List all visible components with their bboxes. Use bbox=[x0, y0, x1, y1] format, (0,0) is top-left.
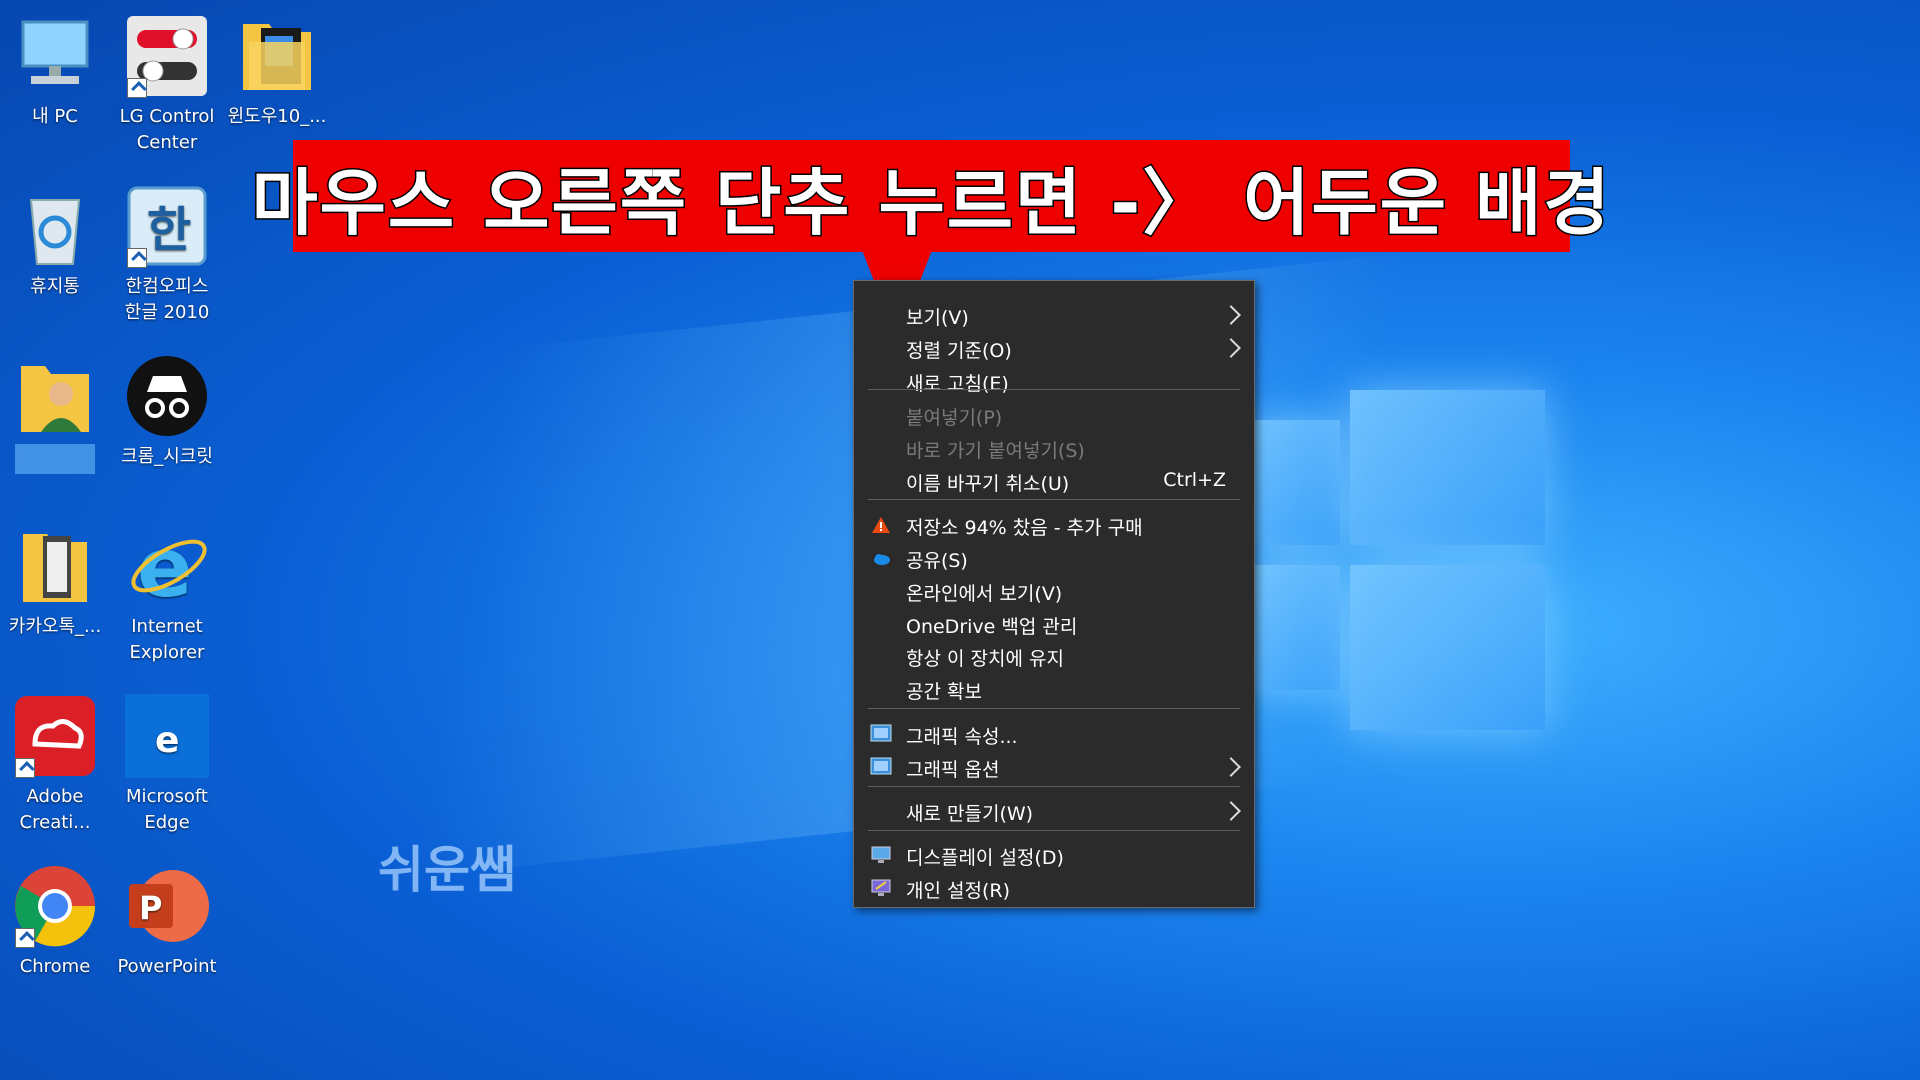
chevron-right-icon bbox=[1221, 801, 1241, 821]
desktop-icon-chrome-incognito[interactable]: 크롬_시크릿 bbox=[112, 354, 222, 470]
desktop-icon-adobe-creative-cloud[interactable]: Adobe Creati... bbox=[0, 694, 110, 836]
chevron-right-icon bbox=[1221, 757, 1241, 777]
desktop-icon-internet-explorer[interactable]: e Internet Explorer bbox=[112, 521, 222, 666]
windows-logo bbox=[1250, 380, 1550, 740]
desktop-icon-microsoft-edge[interactable]: e Microsoft Edge bbox=[112, 694, 222, 836]
desktop-icon-recycle-bin[interactable]: 휴지통 bbox=[0, 184, 110, 300]
menu-item-graphics-properties[interactable]: 그래픽 속성... bbox=[854, 717, 1254, 750]
menu-separator bbox=[868, 389, 1240, 390]
powerpoint-icon: P bbox=[125, 864, 209, 948]
shortcut-arrow-icon bbox=[127, 78, 147, 98]
menu-separator bbox=[868, 830, 1240, 831]
menu-item-view-online[interactable]: 온라인에서 보기(V) bbox=[854, 574, 1254, 607]
hangul-icon: 한 bbox=[125, 184, 209, 268]
annotation-banner: 마우스 오른쪽 단추 누르면 -〉 어두운 배경 bbox=[250, 140, 1612, 252]
menu-separator bbox=[868, 708, 1240, 709]
menu-item-sort-by[interactable]: 정렬 기준(O) bbox=[854, 331, 1254, 364]
menu-item-personalize[interactable]: 개인 설정(R) bbox=[854, 871, 1254, 904]
svg-text:한: 한 bbox=[147, 202, 191, 258]
menu-item-graphics-options[interactable]: 그래픽 옵션 bbox=[854, 750, 1254, 783]
menu-item-paste-shortcut: 바로 가기 붙여넣기(S) bbox=[906, 440, 1085, 462]
onedrive-cloud-icon bbox=[870, 547, 892, 569]
menu-item-view[interactable]: 보기(V) bbox=[854, 298, 1254, 331]
personalize-icon bbox=[870, 877, 892, 899]
banner-text: 마우스 오른쪽 단추 누르면 -〉 어두운 배경 bbox=[250, 159, 1612, 246]
menu-item-display-settings[interactable]: 디스플레이 설정(D) bbox=[854, 838, 1254, 871]
menu-item-storage-full[interactable]: 저장소 94% 찼음 - 추가 구매 bbox=[854, 508, 1254, 541]
shortcut-arrow-icon bbox=[15, 758, 35, 778]
desktop-icon-chrome[interactable]: Chrome bbox=[0, 864, 110, 980]
svg-text:e: e bbox=[155, 720, 179, 761]
adobe-cc-icon bbox=[13, 694, 97, 778]
intel-graphics-icon bbox=[870, 723, 892, 745]
desktop-icon-windows10-folder[interactable]: 윈도우10_... bbox=[222, 14, 332, 130]
shortcut-text: Ctrl+Z bbox=[1163, 469, 1226, 491]
menu-separator bbox=[868, 499, 1240, 500]
shortcut-arrow-icon bbox=[15, 928, 35, 948]
menu-item-free-space[interactable]: 공간 확보 bbox=[854, 672, 1254, 705]
menu-item-paste: 붙여넣기(P) bbox=[906, 407, 1003, 429]
menu-item-undo-rename[interactable]: 이름 바꾸기 취소(U) Ctrl+Z bbox=[854, 464, 1254, 497]
desktop-context-menu: 보기(V) 정렬 기준(O) 새로 고침(E) 붙여넣기(P) 바로 가기 붙여… bbox=[853, 280, 1255, 908]
shortcut-arrow-icon bbox=[127, 248, 147, 268]
menu-item-new[interactable]: 새로 만들기(W) bbox=[854, 794, 1254, 827]
folder-icon bbox=[235, 14, 319, 98]
menu-item-refresh[interactable]: 새로 고침(E) bbox=[854, 364, 1254, 397]
svg-text:P: P bbox=[139, 889, 162, 927]
computer-icon bbox=[13, 14, 97, 98]
recycle-bin-icon bbox=[13, 184, 97, 268]
chrome-icon bbox=[13, 864, 97, 948]
folder-icon bbox=[13, 524, 97, 608]
warning-icon bbox=[870, 514, 892, 536]
desktop-icon-my-pc[interactable]: 내 PC bbox=[0, 14, 110, 130]
desktop-icon-user-folder[interactable] bbox=[0, 354, 110, 474]
menu-item-onedrive-backup[interactable]: OneDrive 백업 관리 bbox=[854, 607, 1254, 640]
toggle-switch-icon bbox=[125, 14, 209, 98]
desktop-icon-powerpoint[interactable]: P PowerPoint bbox=[112, 864, 222, 980]
desktop-icon-hancom-hangul[interactable]: 한 한컴오피스 한글 2010 bbox=[112, 184, 222, 326]
desktop-icon-lg-control-center[interactable]: LG Control Center bbox=[112, 14, 222, 156]
menu-separator bbox=[868, 786, 1240, 787]
user-folder-icon bbox=[13, 354, 97, 438]
chevron-right-icon bbox=[1221, 305, 1241, 325]
menu-item-share[interactable]: 공유(S) bbox=[854, 541, 1254, 574]
display-icon bbox=[870, 844, 892, 866]
ie-icon: e bbox=[125, 521, 209, 616]
incognito-icon bbox=[125, 354, 209, 438]
intel-graphics-icon bbox=[870, 756, 892, 778]
menu-item-always-keep[interactable]: 항상 이 장치에 유지 bbox=[854, 639, 1254, 672]
desktop-icon-kakaotalk-folder[interactable]: 카카오톡_... bbox=[0, 524, 110, 640]
edge-icon: e bbox=[125, 694, 209, 778]
watermark: 쉬운쌤 bbox=[378, 841, 516, 899]
chevron-right-icon bbox=[1221, 338, 1241, 358]
